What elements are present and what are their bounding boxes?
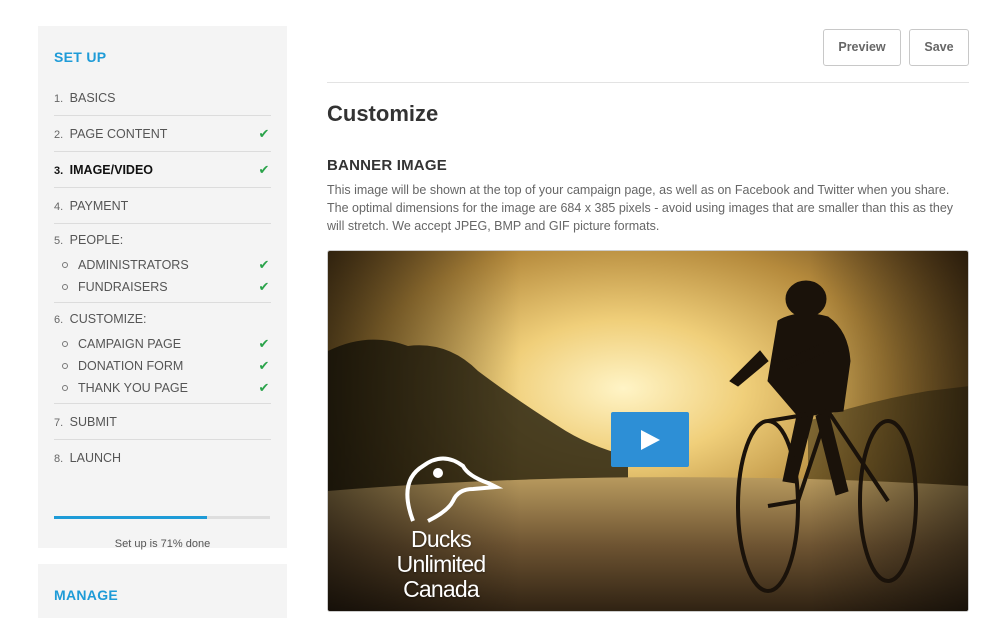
checkmark-icon: ✔ xyxy=(258,279,270,294)
nav-label: PEOPLE: xyxy=(69,233,124,247)
nav-item-people[interactable]: 5. PEOPLE: xyxy=(54,224,271,254)
setup-nav: 1. BASICS 2. PAGE CONTENT ✔ 3. IMAGE/VID… xyxy=(54,80,271,476)
circle-bullet-icon xyxy=(62,262,68,268)
nav-item-customize[interactable]: 6. CUSTOMIZE: xyxy=(54,303,271,333)
page-title: Customize xyxy=(327,101,439,126)
header-divider xyxy=(327,82,969,83)
nav-label: CUSTOMIZE: xyxy=(69,312,147,326)
nav-sublabel: ADMINISTRATORS xyxy=(78,258,189,272)
main-content: Preview Save Customize BANNER IMAGE This… xyxy=(327,0,969,618)
manage-panel: MANAGE xyxy=(38,564,287,618)
nav-number: 8. xyxy=(54,453,64,465)
setup-heading: SET UP xyxy=(54,49,107,65)
nav-label: LAUNCH xyxy=(69,451,122,465)
checkmark-icon: ✔ xyxy=(258,358,270,373)
checkmark-icon: ✔ xyxy=(258,126,270,141)
nav-number: 2. xyxy=(54,129,64,141)
checkmark-icon: ✔ xyxy=(258,257,270,272)
ducks-unlimited-logo: Ducks Unlimited Canada xyxy=(366,527,516,602)
nav-number: 5. xyxy=(54,235,64,247)
toolbar: Preview Save xyxy=(823,29,969,66)
nav-item-page-content[interactable]: 2. PAGE CONTENT ✔ xyxy=(54,116,271,152)
nav-number: 7. xyxy=(54,417,64,429)
checkmark-icon: ✔ xyxy=(258,380,270,395)
nav-sublabel: CAMPAIGN PAGE xyxy=(78,337,182,351)
nav-label: BASICS xyxy=(69,91,116,105)
setup-sidebar: SET UP 1. BASICS 2. PAGE CONTENT ✔ 3. IM… xyxy=(38,26,287,550)
save-button[interactable]: Save xyxy=(909,29,969,66)
banner-video-thumbnail[interactable]: Ducks Unlimited Canada xyxy=(327,250,969,612)
logo-line-1: Ducks Unlimited xyxy=(396,526,486,577)
nav-subitem-administrators[interactable]: ADMINISTRATORS ✔ xyxy=(54,254,271,276)
nav-label: PAGE CONTENT xyxy=(69,127,168,141)
circle-bullet-icon xyxy=(62,385,68,391)
circle-bullet-icon xyxy=(62,363,68,369)
nav-subitem-campaign-page[interactable]: CAMPAIGN PAGE ✔ xyxy=(54,333,271,355)
nav-number: 3. xyxy=(54,165,64,177)
manage-heading[interactable]: MANAGE xyxy=(54,586,271,614)
circle-bullet-icon xyxy=(62,341,68,347)
nav-number: 1. xyxy=(54,93,64,105)
nav-label: IMAGE/VIDEO xyxy=(69,163,154,177)
nav-item-launch[interactable]: 8. LAUNCH xyxy=(54,440,271,476)
nav-subitem-thank-you-page[interactable]: THANK YOU PAGE ✔ xyxy=(54,377,271,399)
circle-bullet-icon xyxy=(62,284,68,290)
nav-subitem-donation-form[interactable]: DONATION FORM ✔ xyxy=(54,355,271,377)
checkmark-icon: ✔ xyxy=(258,162,270,177)
nav-number: 4. xyxy=(54,201,64,213)
nav-sublabel: THANK YOU PAGE xyxy=(78,381,188,395)
nav-item-basics[interactable]: 1. BASICS xyxy=(54,80,271,116)
nav-number: 6. xyxy=(54,314,64,326)
setup-progress-text: Set up is 71% done xyxy=(114,538,211,550)
nav-label: SUBMIT xyxy=(69,415,117,429)
nav-sublabel: DONATION FORM xyxy=(78,359,184,373)
nav-item-image-video[interactable]: 3. IMAGE/VIDEO ✔ xyxy=(54,152,271,188)
nav-group-people: 5. PEOPLE: ADMINISTRATORS ✔ FUNDRAISERS … xyxy=(54,224,271,303)
nav-group-customize: 6. CUSTOMIZE: CAMPAIGN PAGE ✔ DONATION F… xyxy=(54,303,271,404)
nav-item-payment[interactable]: 4. PAYMENT xyxy=(54,188,271,224)
section-title: BANNER IMAGE xyxy=(327,157,447,174)
nav-sublabel: FUNDRAISERS xyxy=(78,280,168,294)
logo-line-2: Canada xyxy=(403,576,480,602)
section-description: This image will be shown at the top of y… xyxy=(327,183,954,233)
checkmark-icon: ✔ xyxy=(258,336,270,351)
nav-label: PAYMENT xyxy=(69,199,129,213)
setup-progress-bar xyxy=(54,516,270,519)
nav-subitem-fundraisers[interactable]: FUNDRAISERS ✔ xyxy=(54,276,271,298)
preview-button[interactable]: Preview xyxy=(823,29,901,66)
setup-progress-fill xyxy=(54,516,208,519)
nav-item-submit[interactable]: 7. SUBMIT xyxy=(54,404,271,440)
play-icon xyxy=(641,430,660,450)
play-button[interactable] xyxy=(611,412,689,467)
